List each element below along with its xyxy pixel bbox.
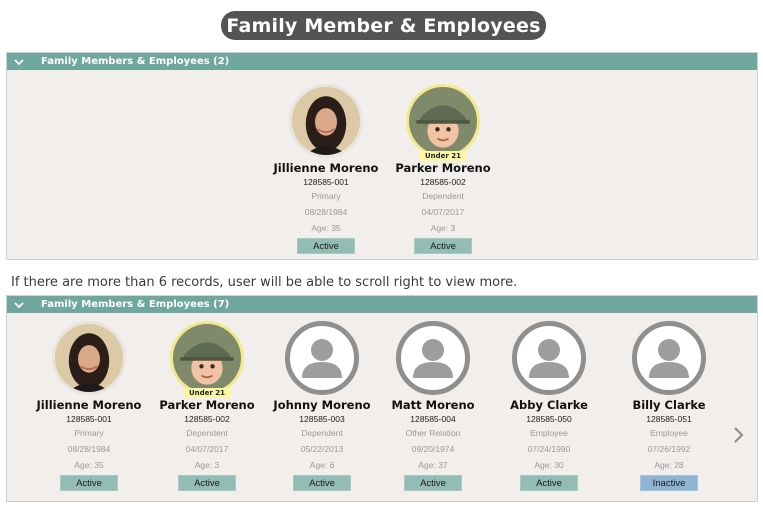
- member-card[interactable]: Jillienne Moreno 128585-001 Primary 08/2…: [261, 70, 391, 254]
- member-id: 128585-002: [420, 177, 466, 187]
- member-id: 128585-001: [66, 414, 112, 424]
- member-id: 128585-002: [184, 414, 230, 424]
- member-dob: 09/20/1974: [411, 444, 455, 454]
- status-badge: Active: [414, 238, 472, 254]
- status-badge: Active: [297, 238, 355, 254]
- member-card[interactable]: Under 21 Parker Moreno 128585-002 Depend…: [142, 313, 272, 491]
- member-card[interactable]: Jillienne Moreno 128585-001 Primary 08/2…: [24, 313, 154, 491]
- member-dob: 07/26/1992: [647, 444, 691, 454]
- scroll-note: If there are more than 6 records, user w…: [11, 275, 518, 290]
- child-photo: [406, 84, 480, 158]
- member-id: 128585-001: [303, 177, 349, 187]
- status-badge: Active: [520, 475, 578, 491]
- member-name: Abby Clarke: [510, 398, 588, 412]
- member-relation: Other Relation: [405, 428, 461, 438]
- status-badge: Active: [60, 475, 118, 491]
- page-title: Family Member & Employees: [221, 11, 546, 40]
- member-card[interactable]: Abby Clarke 128585-050 Employee 07/24/19…: [484, 313, 614, 491]
- member-dob: 08/28/1984: [67, 444, 111, 454]
- member-card[interactable]: Billy Clarke 128585-051 Employee 07/26/1…: [604, 313, 734, 491]
- member-dob: 07/24/1990: [527, 444, 571, 454]
- member-age: Age: 28: [654, 460, 684, 470]
- member-list: Jillienne Moreno 128585-001 Primary 08/2…: [7, 70, 757, 259]
- child-photo: [170, 321, 244, 395]
- member-dob: 04/07/2017: [421, 207, 465, 217]
- panel-header[interactable]: Family Members & Employees (2): [7, 53, 757, 70]
- member-relation: Dependent: [422, 191, 464, 201]
- panel-header-label: Family Members & Employees (2): [41, 56, 230, 67]
- under-21-badge: Under 21: [182, 388, 232, 398]
- member-name: Matt Moreno: [391, 398, 475, 412]
- status-badge: Active: [293, 475, 351, 491]
- chevron-down-icon[interactable]: [13, 56, 27, 68]
- status-badge: Active: [404, 475, 462, 491]
- under-21-badge: Under 21: [418, 151, 468, 161]
- member-name: Jillienne Moreno: [273, 161, 379, 175]
- person-placeholder-icon: [512, 321, 586, 395]
- member-id: 128585-050: [526, 414, 572, 424]
- family-members-panel-small: Family Members & Employees (2) Jillienne…: [6, 52, 758, 260]
- chevron-down-icon[interactable]: [13, 299, 27, 311]
- member-name: Parker Moreno: [159, 398, 255, 412]
- member-age: Age: 3: [194, 460, 220, 470]
- panel-header[interactable]: Family Members & Employees (7): [7, 296, 757, 313]
- chevron-right-icon[interactable]: [733, 425, 745, 445]
- member-id: 128585-004: [410, 414, 456, 424]
- member-relation: Employee: [650, 428, 688, 438]
- member-relation: Primary: [74, 428, 104, 438]
- family-members-panel-large: Family Members & Employees (7) Jillienne…: [6, 295, 758, 502]
- member-id: 128585-051: [646, 414, 692, 424]
- member-name: Parker Moreno: [395, 161, 491, 175]
- member-card[interactable]: Matt Moreno 128585-004 Other Relation 09…: [368, 313, 498, 491]
- member-age: Age: 35: [74, 460, 104, 470]
- panel-header-label: Family Members & Employees (7): [41, 299, 230, 310]
- member-relation: Dependent: [186, 428, 228, 438]
- member-age: Age: 35: [311, 223, 341, 233]
- status-badge: Active: [178, 475, 236, 491]
- member-dob: 08/28/1984: [304, 207, 348, 217]
- member-age: Age: 3: [430, 223, 456, 233]
- member-name: Billy Clarke: [632, 398, 706, 412]
- person-placeholder-icon: [632, 321, 706, 395]
- woman-photo: [52, 321, 126, 395]
- woman-photo: [289, 84, 363, 158]
- status-badge: Inactive: [640, 475, 698, 491]
- member-age: Age: 37: [418, 460, 448, 470]
- member-name: Jillienne Moreno: [36, 398, 142, 412]
- person-placeholder-icon: [285, 321, 359, 395]
- person-placeholder-icon: [396, 321, 470, 395]
- member-relation: Employee: [530, 428, 568, 438]
- member-dob: 04/07/2017: [185, 444, 229, 454]
- member-list: Jillienne Moreno 128585-001 Primary 08/2…: [7, 313, 757, 501]
- member-relation: Primary: [311, 191, 341, 201]
- member-age: Age: 30: [534, 460, 564, 470]
- member-card[interactable]: Under 21 Parker Moreno 128585-002 Depend…: [378, 70, 508, 254]
